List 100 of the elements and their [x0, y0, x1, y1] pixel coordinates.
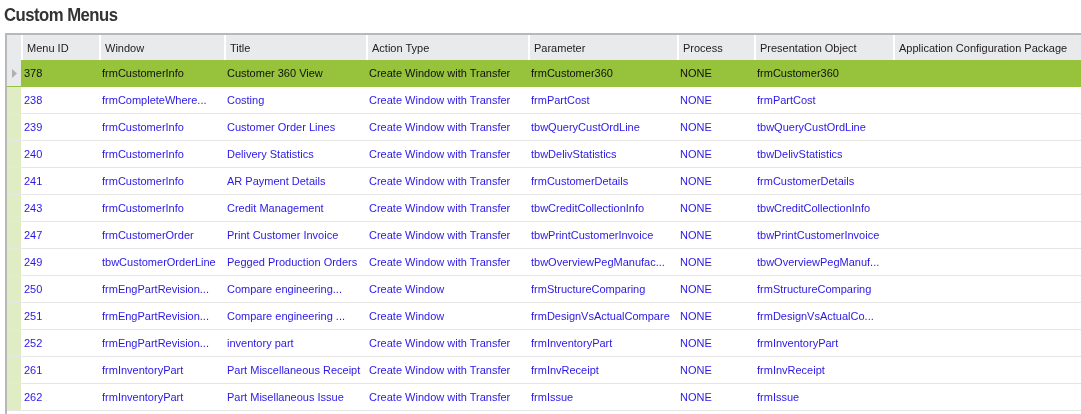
table-row[interactable]: 241 frmCustomerInfo AR Payment Details Create Window with Transfer frmCustomerDetails NONE frmCustomerDetails [7, 168, 1081, 195]
table-cell-text: Part Miscellaneous Receipt [226, 363, 362, 378]
table-cell-text: tbwQueryCustOrdLine [530, 120, 641, 135]
table-cell-text: frmCustomer360 [530, 66, 614, 81]
table-cell-text: frmCustomerOrder [101, 228, 195, 243]
table-cell-text: frmCustomerInfo [101, 66, 185, 81]
table-cell-text: frmInvReceipt [756, 363, 826, 378]
table-cell-text: Compare engineering... [226, 282, 343, 297]
table-cell-text: NONE [679, 147, 713, 162]
table-cell-text: NONE [679, 255, 713, 270]
table-row[interactable]: 250 frmEngPartRevision... Compare engineering... Create Window frmStructureComparing NONE frmStructureComparing [7, 276, 1081, 303]
row-header[interactable] [7, 384, 21, 410]
table-cell-text: 241 [23, 174, 44, 189]
row-header[interactable] [7, 168, 21, 194]
table-cell-text: frmDesignVsActualCompare [530, 309, 671, 324]
table-cell-text: Create Window with Transfer [368, 120, 512, 135]
table-row[interactable]: 243 frmCustomerInfo Credit Management Create Window with Transfer tbwCreditCollectionInfo NONE tbwCreditCollectionInfo [7, 195, 1081, 222]
table-cell-text: Compare engineering ... [226, 309, 346, 324]
table-cell-text: 249 [23, 255, 44, 270]
table-cell-text: 238 [23, 93, 44, 108]
row-header[interactable] [7, 141, 21, 167]
table-cell-text: NONE [679, 336, 713, 351]
table-cell-text: frmDesignVsActualCo... [756, 309, 875, 324]
table-cell-text: tbwCustomerOrderLine [101, 255, 217, 270]
table-row[interactable]: 238 frmCompleteWhere... Costing Create Window with Transfer frmPartCost NONE frmPartCost [7, 87, 1081, 114]
table-cell-text: frmIssue [530, 390, 575, 405]
row-header[interactable] [7, 87, 21, 113]
table-cell-text: Create Window [368, 282, 446, 297]
row-header[interactable] [7, 114, 21, 140]
row-header[interactable] [7, 357, 21, 383]
table-cell-text: 251 [23, 309, 44, 324]
table-cell-text: inventory part [226, 336, 295, 351]
table-cell-text: 261 [23, 363, 44, 378]
table-cell-text: 250 [23, 282, 44, 297]
table-cell-text: frmCustomerInfo [101, 174, 185, 189]
table-cell-text: NONE [679, 120, 713, 135]
table-cell-text: frmPartCost [756, 93, 817, 108]
table-cell-text: tbwQueryCustOrdLine [756, 120, 867, 135]
table-cell-text: Create Window with Transfer [368, 147, 512, 162]
table-cell-text: NONE [679, 66, 713, 81]
table-cell-text: Create Window with Transfer [368, 66, 512, 81]
table-row[interactable]: 251 frmEngPartRevision... Compare engineering ... Create Window frmDesignVsActualCompare NONE frmDesignVsActualCo... [7, 303, 1081, 330]
table-cell-text: 239 [23, 120, 44, 135]
table-cell-text: frmEngPartRevision... [101, 309, 210, 324]
table-cell-text: 252 [23, 336, 44, 351]
row-header[interactable] [7, 303, 21, 329]
table-cell-text: Print Customer Invoice [226, 228, 340, 243]
table-cell-text: frmInvReceipt [530, 363, 600, 378]
table-cell-text: Customer Order Lines [226, 120, 337, 135]
table-cell-text: 247 [23, 228, 44, 243]
table-cell-text: NONE [679, 309, 713, 324]
table-cell-text: 243 [23, 201, 44, 216]
table-cell-text: frmCustomerDetails [530, 174, 630, 189]
table-cell-text: frmCustomer360 [756, 66, 840, 81]
table-cell-text: NONE [679, 228, 713, 243]
row-header[interactable] [7, 195, 21, 221]
table-row[interactable]: 261 frmInventoryPart Part Miscellaneous Receipt Create Window with Transfer frmInvReceipt NONE frmInvReceipt [7, 357, 1081, 384]
page-title: Custom Menus [4, 4, 119, 27]
table-cell-text: NONE [679, 174, 713, 189]
table-cell-text: frmEngPartRevision... [101, 282, 210, 297]
row-header[interactable] [7, 60, 21, 86]
table-cell-text: Delivery Statistics [226, 147, 315, 162]
table-cell-text: Pegged Production Orders [226, 255, 359, 270]
table-row[interactable]: 252 frmEngPartRevision... inventory part Create Window with Transfer frmInventoryPart NONE frmInventoryPart [7, 330, 1081, 357]
row-header[interactable] [7, 330, 21, 356]
table-row[interactable]: 262 frmInventoryPart Part Misellaneous Issue Create Window with Transfer frmIssue NONE frmIssue [7, 384, 1081, 411]
row-header[interactable] [7, 276, 21, 302]
table-cell-text: frmInventoryPart [101, 363, 185, 378]
table-cell-text: frmStructureComparing [530, 282, 647, 297]
table-row[interactable]: 249 tbwCustomerOrderLine Pegged Production Orders Create Window with Transfer tbwOverviewPegManufac... NONE tbwOverviewPegManuf... [7, 249, 1081, 276]
table-cell-text: NONE [679, 390, 713, 405]
table-cell-text: Customer 360 View [226, 66, 324, 81]
table-row[interactable]: 240 frmCustomerInfo Delivery Statistics Create Window with Transfer tbwDelivStatistics NONE tbwDelivStatistics [7, 141, 1081, 168]
table-cell-text: Create Window with Transfer [368, 336, 512, 351]
table-cell-text: frmInventoryPart [756, 336, 840, 351]
table-cell-text: tbwCreditCollectionInfo [756, 201, 872, 216]
table-cell-text: frmCustomerInfo [101, 201, 185, 216]
table-cell-text: frmEngPartRevision... [101, 336, 210, 351]
table-cell-text: NONE [679, 282, 713, 297]
row-pointer-icon [11, 68, 17, 78]
table-cell-text: frmInventoryPart [101, 390, 185, 405]
table-cell-text: frmPartCost [530, 93, 591, 108]
table-cell-text: frmInventoryPart [530, 336, 614, 351]
table-cell-text: tbwDelivStatistics [756, 147, 844, 162]
table-cell-text: frmIssue [756, 390, 801, 405]
table-cell-text: Create Window [368, 309, 446, 324]
table-cell-text: Credit Management [226, 201, 325, 216]
table-cell-text: tbwOverviewPegManufac... [530, 255, 666, 270]
table-cell-text: AR Payment Details [226, 174, 327, 189]
table-cell-text: frmCompleteWhere... [101, 93, 208, 108]
table-row[interactable]: 247 frmCustomerOrder Print Customer Invoice Create Window with Transfer tbwPrintCustomerInvoice NONE tbwPrintCustomerInvoice [7, 222, 1081, 249]
table-cell-text: Create Window with Transfer [368, 228, 512, 243]
table-row[interactable]: 239 frmCustomerInfo Customer Order Lines Create Window with Transfer tbwQueryCustOrdLine NONE tbwQueryCustOrdLine [7, 114, 1081, 141]
table-cell-text: tbwPrintCustomerInvoice [756, 228, 881, 243]
table-row[interactable]: 378 frmCustomerInfo Customer 360 View Create Window with Transfer frmCustomer360 NONE frmCustomer360 [7, 60, 1081, 87]
row-header[interactable] [7, 249, 21, 275]
table-cell-text: frmStructureComparing [756, 282, 873, 297]
table-cell-text: Create Window with Transfer [368, 255, 512, 270]
table-cell-text: Create Window with Transfer [368, 363, 512, 378]
row-header[interactable] [7, 222, 21, 248]
